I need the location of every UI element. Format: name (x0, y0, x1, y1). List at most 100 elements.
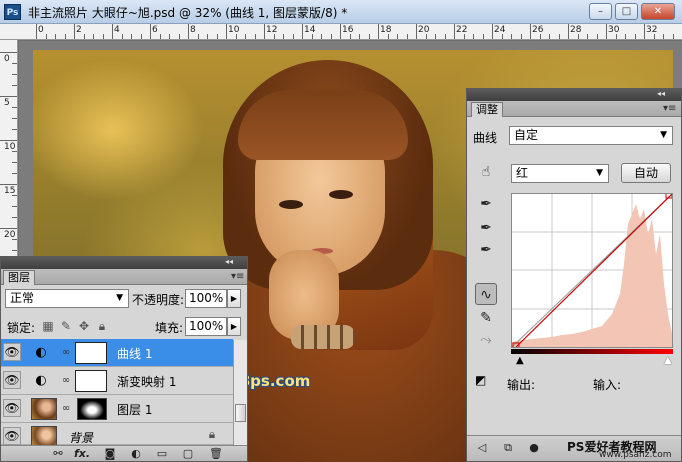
close-button[interactable]: ✕ (641, 3, 675, 20)
ruler-minor-tick (12, 173, 17, 174)
pencil-tool-icon[interactable]: ✎ (475, 307, 497, 329)
opacity-field[interactable]: 100% (185, 289, 227, 308)
adjustments-panel-header[interactable]: ◂◂ (467, 89, 681, 101)
layer-name: 背景 (69, 431, 94, 445)
layer-thumbnail[interactable] (31, 398, 57, 420)
channel-value: 红 (516, 166, 529, 180)
ruler-minor-tick (292, 34, 294, 39)
lock-position-icon[interactable]: ✥ (77, 319, 91, 333)
visibility-eye-icon[interactable]: 👁︎ (3, 399, 21, 417)
curves-graph-svg[interactable] (511, 191, 673, 350)
layers-panel-header[interactable]: ◂◂ (1, 257, 247, 269)
trash-icon[interactable]: 🗑︎ (207, 447, 225, 461)
auto-button[interactable]: 自动 (621, 163, 671, 183)
layer-mask-thumbnail[interactable] (75, 342, 107, 364)
ruler-label: 22 (456, 25, 468, 35)
ruler-major-tick (644, 24, 645, 39)
ruler-minor-tick (482, 34, 484, 39)
ruler-minor-tick (12, 206, 17, 207)
mask-icon[interactable]: ◙ (101, 447, 119, 461)
ruler-minor-tick (216, 34, 218, 39)
fill-field[interactable]: 100% (185, 317, 227, 336)
minimize-button[interactable]: – (589, 3, 612, 20)
document-title: 非主流照片 大眼仔~旭.psd @ 32% (曲线 1, 图层蒙版/8) * (28, 6, 348, 20)
layer-row-gradient-map[interactable]: 👁︎ ◐ ∞ 渐变映射 1 (1, 367, 233, 395)
layer-lock-icon: 🔒︎ (208, 427, 216, 441)
on-image-adjust-hand-icon[interactable]: ☝ (475, 161, 497, 183)
lock-transparency-icon[interactable]: ▦ (41, 319, 55, 333)
photo-eye-left (279, 200, 303, 209)
tab-adjustments[interactable]: 调整 (471, 102, 503, 117)
link-icon[interactable]: ⚯ (49, 447, 67, 461)
ruler-label: 0 (4, 54, 10, 64)
fill-slider-arrow-icon[interactable]: ▶ (227, 317, 241, 336)
ruler-minor-tick (245, 34, 246, 39)
ruler-major-tick (0, 184, 17, 185)
channel-select[interactable]: 红 ▼ (511, 164, 609, 183)
back-arrow-icon[interactable]: ◁ (473, 441, 491, 455)
photoshop-logo-icon: Ps (4, 4, 21, 20)
horizontal-ruler: 0 2 4 6 8 10 12 14 16 18 20 22 24 26 28 30 32 (0, 24, 682, 40)
panel-menu-icon[interactable]: ▾≡ (663, 103, 676, 114)
ruler-minor-tick (45, 34, 47, 39)
footer-watermark-url: www.psahz.com (599, 450, 672, 460)
ruler-minor-tick (387, 34, 389, 39)
gray-point-eyedropper-icon[interactable]: ✒ (475, 217, 497, 239)
scrollbar-thumb[interactable] (235, 404, 246, 422)
expand-view-icon[interactable]: ⧉ (499, 441, 517, 455)
folder-icon[interactable]: ▭ (153, 447, 171, 461)
ruler-minor-tick (330, 34, 332, 39)
smooth-curve-icon[interactable]: ⤳ (475, 329, 497, 351)
ruler-label: 12 (266, 25, 278, 35)
ruler-minor-tick (406, 34, 408, 39)
ruler-major-tick (416, 24, 417, 39)
curve-point-tool-icon[interactable]: ∿ (475, 283, 497, 305)
black-point-eyedropper-icon[interactable]: ✒ (475, 193, 497, 215)
ruler-minor-tick (511, 34, 512, 39)
visibility-eye-icon[interactable]: 👁︎ (3, 343, 21, 361)
adjustment-icon[interactable]: ◐ (127, 447, 145, 461)
layer-row-background[interactable]: 👁︎ 背景 🔒︎ (1, 423, 233, 448)
layer-mask-thumbnail[interactable] (75, 370, 107, 392)
ruler-label: 4 (114, 25, 120, 35)
ruler-minor-tick (12, 118, 17, 119)
ruler-minor-tick (359, 34, 360, 39)
panel-menu-icon[interactable]: ▾≡ (231, 271, 244, 282)
chevron-down-icon: ▼ (660, 130, 667, 140)
opacity-slider-arrow-icon[interactable]: ▶ (227, 289, 241, 308)
photo-bangs (238, 90, 408, 160)
white-point-eyedropper-icon[interactable]: ✒ (475, 239, 497, 261)
blend-mode-select[interactable]: 正常 ▼ (5, 289, 129, 308)
ruler-minor-tick (254, 34, 256, 39)
clip-to-layer-icon[interactable]: ● (525, 441, 543, 455)
ruler-minor-tick (587, 34, 588, 39)
fill-label: 填充: (155, 321, 184, 335)
layer-row-curves[interactable]: 👁︎ ◐ ∞ 曲线 1 (1, 339, 233, 367)
curves-graph[interactable] (511, 191, 673, 350)
ruler-major-tick (0, 228, 17, 229)
layer-row-layer1[interactable]: 👁︎ ∞ 图层 1 (1, 395, 233, 423)
fx-icon[interactable]: fx. (73, 447, 91, 461)
black-slider-triangle-icon[interactable]: ▲ (516, 355, 524, 366)
chain-link-icon[interactable]: ∞ (61, 402, 71, 416)
layer-mask-thumbnail[interactable] (77, 398, 107, 420)
chain-link-icon[interactable]: ∞ (61, 346, 71, 360)
visibility-eye-icon[interactable]: 👁︎ (3, 371, 21, 389)
adjustment-type-label: 曲线 (473, 131, 498, 145)
ruler-label: 5 (4, 98, 10, 108)
layers-scrollbar[interactable] (233, 340, 247, 445)
lock-paint-icon[interactable]: ✎ (59, 319, 73, 333)
visibility-eye-icon[interactable]: 👁︎ (3, 427, 21, 445)
collapse-icon[interactable]: ◂◂ (657, 89, 665, 98)
white-slider-triangle-icon[interactable]: ▲ (664, 355, 672, 366)
clip-indicator-icon[interactable]: ◩ (475, 373, 495, 389)
maximize-button[interactable]: □ (615, 3, 638, 20)
preset-select[interactable]: 自定 ▼ (509, 126, 673, 145)
input-gradient-bar (511, 349, 673, 354)
chain-link-icon[interactable]: ∞ (61, 374, 71, 388)
lock-all-icon[interactable]: 🔒︎ (95, 319, 109, 333)
ruler-label: 26 (532, 25, 544, 35)
collapse-icon[interactable]: ◂◂ (225, 257, 233, 266)
new-layer-icon[interactable]: ▢ (179, 447, 197, 461)
tab-layers[interactable]: 图层 (3, 270, 35, 285)
